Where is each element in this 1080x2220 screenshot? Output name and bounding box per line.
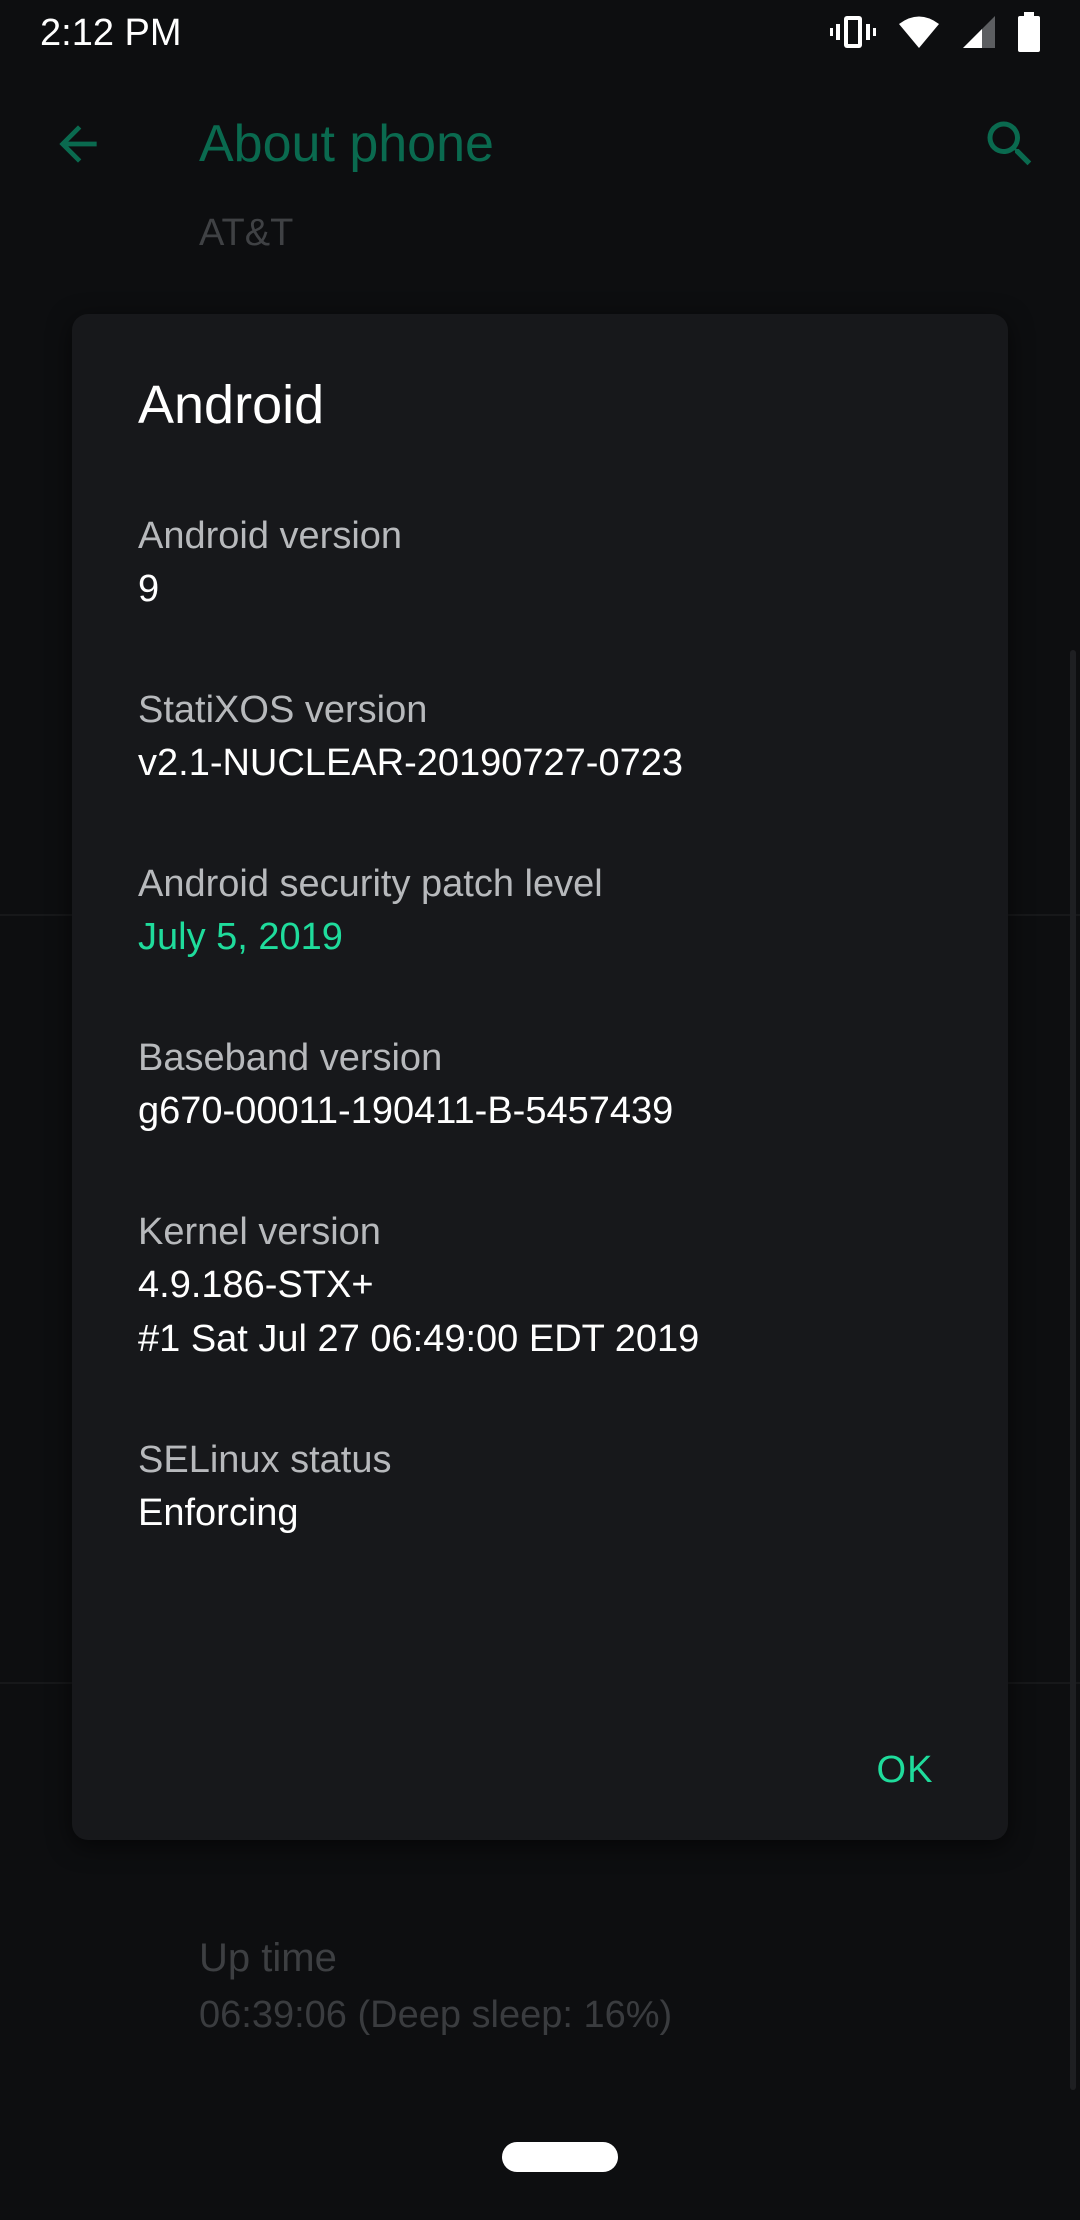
info-label: Android version [138, 515, 403, 557]
home-gesture-pill[interactable] [502, 2142, 618, 2172]
carrier-label: AT&T [199, 212, 294, 254]
selinux-status-item: SELinux status Enforcing [138, 1434, 958, 1540]
info-value: #1 Sat Jul 27 06:49:00 EDT 2019 [138, 1318, 700, 1360]
info-value: 9 [138, 568, 160, 610]
wifi-icon [898, 15, 940, 54]
status-time: 2:12 PM [40, 12, 182, 54]
ok-button[interactable]: OK [850, 1730, 960, 1810]
status-bar: 2:12 PM [0, 0, 1080, 70]
screen: About phone AT&T Up time 06:39:06 (Deep … [0, 0, 1080, 2220]
back-arrow-icon[interactable] [50, 116, 106, 172]
android-version-item: Android version 9 [138, 510, 958, 616]
kernel-version-item: Kernel version 4.9.186-STX+ #1 Sat Jul 2… [138, 1206, 958, 1366]
info-value: 4.9.186-STX+ [138, 1264, 374, 1306]
page-title: About phone [199, 115, 494, 173]
search-icon[interactable] [980, 114, 1040, 174]
vibrate-icon [830, 12, 876, 57]
info-label: Android security patch level [138, 863, 603, 905]
info-label: Baseband version [138, 1037, 443, 1079]
cell-signal-icon [962, 15, 996, 54]
android-info-dialog: Android Android version 9 StatiXOS versi… [72, 314, 1008, 1840]
battery-icon [1018, 11, 1040, 57]
info-value: g670-00011-190411-B-5457439 [138, 1090, 674, 1132]
security-patch-item[interactable]: Android security patch level July 5, 201… [138, 858, 958, 964]
uptime-value: 06:39:06 (Deep sleep: 16%) [199, 1994, 673, 2036]
statixos-version-item: StatiXOS version v2.1-NUCLEAR-20190727-0… [138, 684, 958, 790]
baseband-version-item: Baseband version g670-00011-190411-B-545… [138, 1032, 958, 1138]
info-label: SELinux status [138, 1439, 392, 1481]
info-label: Kernel version [138, 1211, 381, 1253]
dialog-title: Android [138, 375, 325, 435]
security-patch-link[interactable]: July 5, 2019 [138, 910, 958, 964]
scrollbar[interactable] [1070, 650, 1076, 2090]
uptime-title: Up time [199, 1936, 337, 1980]
info-value: v2.1-NUCLEAR-20190727-0723 [138, 742, 683, 784]
info-label: StatiXOS version [138, 689, 428, 731]
info-value: Enforcing [138, 1492, 299, 1534]
status-icons [830, 11, 1040, 57]
